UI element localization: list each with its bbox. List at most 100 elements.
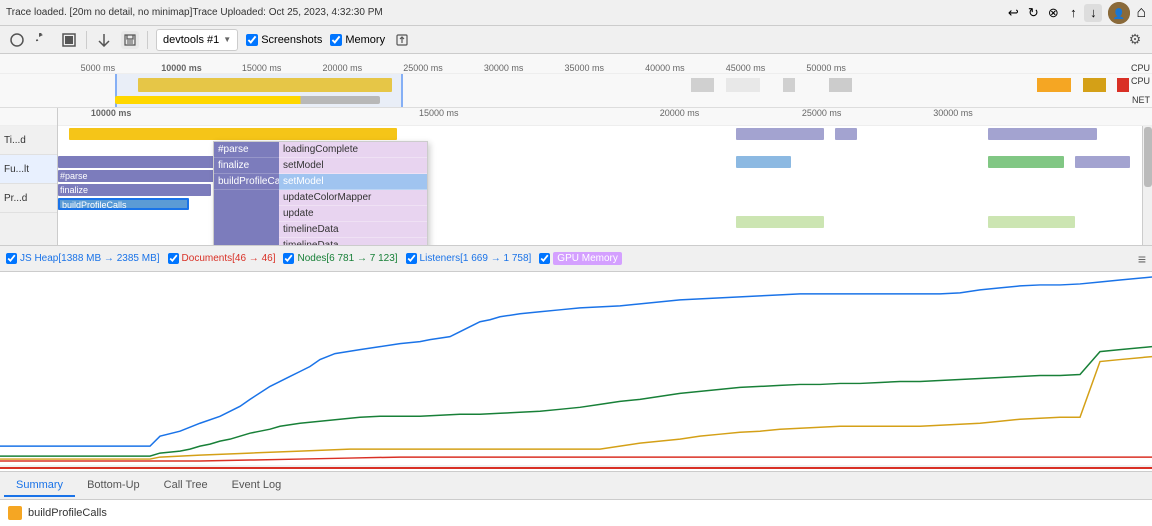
tab-bottom-up[interactable]: Bottom-Up bbox=[75, 475, 152, 497]
tick-20000: 20000 ms bbox=[323, 63, 363, 73]
cpu-bar-3 bbox=[783, 78, 795, 92]
sub-tick-15000: 15000 ms bbox=[419, 108, 459, 118]
load-icon[interactable] bbox=[95, 31, 113, 49]
nodes-metric: Nodes[6 781 → 7 123] bbox=[283, 253, 397, 264]
close-icon[interactable]: ⊗ bbox=[1044, 4, 1062, 22]
flame-build-profile[interactable]: buildProfileCalls bbox=[58, 198, 189, 210]
extension-icon[interactable] bbox=[393, 31, 411, 49]
gpu-memory-checkbox[interactable] bbox=[539, 253, 550, 264]
memory-label: Memory bbox=[345, 34, 385, 46]
bottom-row: buildProfileCalls bbox=[8, 506, 107, 520]
flame-right-6[interactable] bbox=[1075, 156, 1130, 168]
flame-prd-1[interactable] bbox=[736, 216, 824, 228]
tooltip-timelinedata-1[interactable]: timelineData bbox=[279, 222, 427, 238]
tab-call-tree[interactable]: Call Tree bbox=[152, 475, 220, 497]
toolbar: devtools #1 ▼ Screenshots Memory ⚙ bbox=[0, 26, 1152, 54]
tooltip-timelinedata-2[interactable]: timelineData bbox=[279, 238, 427, 245]
record-icon[interactable] bbox=[8, 31, 26, 49]
tooltip-left-column: #parse finalize buildProfileCalls bbox=[214, 142, 279, 245]
tick-30000: 30000 ms bbox=[484, 63, 524, 73]
memory-svg bbox=[0, 272, 1152, 471]
gpu-memory-label: GPU Memory bbox=[553, 252, 622, 265]
documents-checkbox[interactable] bbox=[168, 253, 179, 264]
tooltip-loadingcomplete[interactable]: loadingComplete bbox=[279, 142, 427, 158]
tooltip-setmodel-1[interactable]: setModel bbox=[279, 158, 427, 174]
tick-10000: 10000 ms bbox=[161, 63, 202, 73]
js-heap-checkbox[interactable] bbox=[6, 253, 17, 264]
net-label: NET bbox=[1132, 95, 1150, 105]
cpu-bar-4 bbox=[829, 78, 852, 92]
save-icon[interactable] bbox=[121, 31, 139, 49]
tooltip-parse[interactable]: #parse bbox=[214, 142, 279, 158]
screenshots-checkbox[interactable] bbox=[246, 34, 258, 46]
memory-graph[interactable] bbox=[0, 272, 1152, 472]
tooltip-update[interactable]: update bbox=[279, 206, 427, 222]
flame-yellow-1[interactable] bbox=[69, 128, 397, 140]
top-bar: Trace loaded. [20m no detail, no minimap… bbox=[0, 0, 1152, 26]
reload-record-icon[interactable] bbox=[34, 31, 52, 49]
cpu-label-right: CPU bbox=[1131, 76, 1150, 86]
download-icon[interactable]: ↓ bbox=[1084, 4, 1102, 22]
tab-event-log[interactable]: Event Log bbox=[220, 475, 294, 497]
cpu-bar-2 bbox=[726, 78, 761, 92]
flame-right-4[interactable] bbox=[736, 156, 791, 168]
memory-checkbox[interactable] bbox=[330, 34, 342, 46]
bottom-tabs: Summary Bottom-Up Call Tree Event Log bbox=[0, 472, 1152, 500]
screenshots-label: Screenshots bbox=[261, 34, 322, 46]
flame-finalize[interactable]: finalize bbox=[58, 184, 211, 196]
nodes-checkbox[interactable] bbox=[283, 253, 294, 264]
tick-50000: 50000 ms bbox=[806, 63, 846, 73]
trace-area: Ti...d Fu...lt Pr...d 10000 ms 15000 ms … bbox=[0, 108, 1152, 246]
overview-minimap[interactable]: CPU NET bbox=[0, 74, 1152, 108]
vertical-scrollbar[interactable] bbox=[1142, 126, 1152, 245]
js-heap-metric: JS Heap[1388 MB → 2385 MB] bbox=[6, 253, 160, 264]
svg-text:👤: 👤 bbox=[1113, 7, 1125, 20]
tick-5000: 5000 ms bbox=[81, 63, 116, 73]
flame-chart[interactable]: #parse finalize buildProfileCalls #parse… bbox=[58, 126, 1152, 245]
back-icon[interactable]: ↩ bbox=[1004, 4, 1022, 22]
cpu-bar-1 bbox=[691, 78, 714, 92]
dropdown-arrow-icon: ▼ bbox=[223, 35, 231, 44]
tooltip-buildprofile[interactable]: buildProfileCalls bbox=[214, 174, 279, 190]
documents-metric: Documents[46 → 46] bbox=[168, 253, 276, 264]
home-icon[interactable]: ⌂ bbox=[1136, 4, 1146, 22]
sub-tick-10000: 10000 ms bbox=[91, 108, 132, 118]
flame-right-5[interactable] bbox=[988, 156, 1065, 168]
trace-label-full[interactable]: Fu...lt bbox=[0, 155, 57, 184]
function-icon bbox=[8, 506, 22, 520]
trace-sub-ruler: 10000 ms 15000 ms 20000 ms 25000 ms 3000… bbox=[58, 108, 1152, 126]
listeners-metric: Listeners[1 669 → 1 758] bbox=[406, 253, 532, 264]
tooltip-setmodel-2[interactable]: setModel bbox=[279, 174, 427, 190]
trace-ruler-spacer bbox=[0, 108, 57, 126]
stop-icon[interactable] bbox=[60, 31, 78, 49]
gpu-memory-metric: GPU Memory bbox=[539, 252, 622, 265]
trace-label-tid: Ti...d bbox=[0, 126, 57, 155]
nodes-label: Nodes[6 781 → 7 123] bbox=[297, 253, 397, 264]
trace-right-panel[interactable]: 10000 ms 15000 ms 20000 ms 25000 ms 3000… bbox=[58, 108, 1152, 245]
tab-summary[interactable]: Summary bbox=[4, 475, 75, 497]
flame-right-2[interactable] bbox=[835, 128, 857, 140]
tooltip-finalize[interactable]: finalize bbox=[214, 158, 279, 174]
refresh-icon[interactable]: ↻ bbox=[1024, 4, 1042, 22]
devtools-label: devtools #1 bbox=[163, 34, 219, 46]
scroll-thumb[interactable] bbox=[1144, 127, 1152, 187]
flame-right-3[interactable] bbox=[988, 128, 1097, 140]
tooltip-header: #parse finalize buildProfileCalls loadin… bbox=[214, 142, 427, 245]
js-heap-label: JS Heap[1388 MB → 2385 MB] bbox=[20, 253, 160, 264]
listeners-checkbox[interactable] bbox=[406, 253, 417, 264]
avatar[interactable]: 👤 bbox=[1108, 2, 1130, 24]
flame-prd-2[interactable] bbox=[988, 216, 1076, 228]
tick-25000: 25000 ms bbox=[403, 63, 443, 73]
sub-tick-30000: 30000 ms bbox=[933, 108, 973, 118]
devtools-dropdown[interactable]: devtools #1 ▼ bbox=[156, 29, 238, 51]
metrics-menu-icon[interactable]: ≡ bbox=[1138, 251, 1146, 267]
flame-right-1[interactable] bbox=[736, 128, 824, 140]
gear-icon[interactable]: ⚙ bbox=[1126, 31, 1144, 49]
timeline-ruler-top: 5000 ms 10000 ms 15000 ms 20000 ms 25000… bbox=[0, 54, 1152, 74]
trace-info: Trace loaded. [20m no detail, no minimap… bbox=[6, 7, 998, 18]
divider-1 bbox=[86, 31, 87, 49]
tooltip-updatecolormapper[interactable]: updateColorMapper bbox=[279, 190, 427, 206]
tick-15000: 15000 ms bbox=[242, 63, 282, 73]
bottom-content: buildProfileCalls bbox=[0, 500, 1152, 526]
upload-icon[interactable]: ↑ bbox=[1064, 4, 1082, 22]
